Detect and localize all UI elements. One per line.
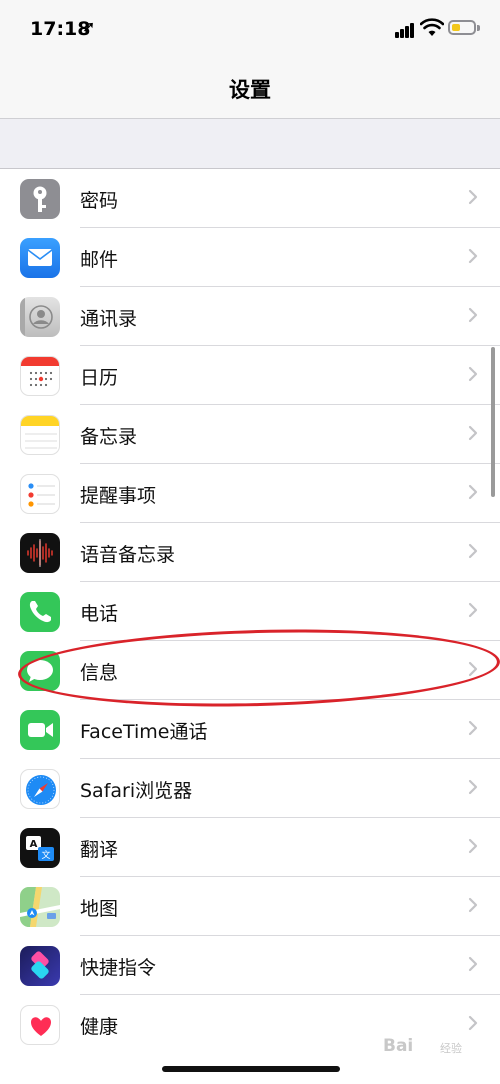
chevron-right-icon [468, 307, 478, 323]
chevron-right-icon [468, 602, 478, 618]
shortcuts-icon [20, 946, 60, 986]
settings-row-health[interactable]: 健康 [0, 995, 500, 1054]
chevron-right-icon [468, 1015, 478, 1031]
chevron-right-icon [468, 366, 478, 382]
settings-list: 密码 邮件 通讯录 日历 备忘录 提醒事项 语音备忘录 电话 信息 FaceTi… [0, 169, 500, 1054]
settings-row-maps[interactable]: 地图 [0, 877, 500, 936]
settings-row-label: 邮件 [80, 249, 119, 271]
navigation-bar: 设置 [0, 60, 500, 119]
chevron-right-icon [468, 720, 478, 736]
wifi-icon [420, 18, 444, 36]
status-bar: 17:18 ➚ [0, 0, 500, 60]
chevron-right-icon [468, 838, 478, 854]
chevron-right-icon [468, 897, 478, 913]
settings-row-facetime[interactable]: FaceTime通话 [0, 700, 500, 759]
mail-icon [20, 238, 60, 278]
settings-row-label: Safari浏览器 [80, 780, 193, 802]
home-indicator[interactable] [162, 1066, 340, 1072]
settings-row-label: 翻译 [80, 839, 119, 861]
settings-row-voice-memos[interactable]: 语音备忘录 [0, 523, 500, 582]
settings-row-reminders[interactable]: 提醒事项 [0, 464, 500, 523]
battery-tip [477, 25, 480, 31]
settings-row-contacts[interactable]: 通讯录 [0, 287, 500, 346]
health-icon [20, 1005, 60, 1045]
chevron-right-icon [468, 543, 478, 559]
section-gap [0, 119, 500, 169]
settings-row-label: 密码 [80, 190, 119, 212]
settings-row-label: 提醒事项 [80, 485, 157, 507]
battery-icon [448, 20, 476, 35]
translate-icon: A 文 [20, 828, 60, 868]
key-icon [20, 179, 60, 219]
chevron-right-icon [468, 425, 478, 441]
cellular-signal-icon [395, 22, 415, 38]
chevron-right-icon [468, 956, 478, 972]
settings-row-label: 备忘录 [80, 426, 138, 448]
settings-row-label: 电话 [80, 603, 119, 625]
reminders-icon [20, 474, 60, 514]
settings-row-calendar[interactable]: 日历 [0, 346, 500, 405]
notes-icon [20, 415, 60, 455]
chevron-right-icon [468, 189, 478, 205]
settings-row-notes[interactable]: 备忘录 [0, 405, 500, 464]
svg-text:A: A [30, 839, 38, 850]
chevron-right-icon [468, 248, 478, 264]
settings-row-translate[interactable]: A 文 翻译 [0, 818, 500, 877]
watermark-logo: Bai [383, 1036, 414, 1056]
settings-row-shortcuts[interactable]: 快捷指令 [0, 936, 500, 995]
settings-row-safari[interactable]: Safari浏览器 [0, 759, 500, 818]
settings-row-label: 日历 [80, 367, 119, 389]
watermark-text: 经验 [440, 1042, 462, 1055]
settings-row-label: FaceTime通话 [80, 721, 208, 743]
settings-row-label: 通讯录 [80, 308, 138, 330]
page-title: 设置 [229, 78, 271, 102]
maps-icon [20, 887, 60, 927]
voice-memos-icon [20, 533, 60, 573]
settings-row-label: 语音备忘录 [80, 544, 176, 566]
chevron-right-icon [468, 484, 478, 500]
chevron-right-icon [468, 779, 478, 795]
contacts-icon [20, 297, 60, 337]
facetime-icon [20, 710, 60, 750]
settings-row-passwords[interactable]: 密码 [0, 169, 500, 228]
svg-text:文: 文 [41, 849, 50, 861]
safari-icon [20, 769, 60, 809]
location-icon: ➚ [82, 17, 96, 36]
settings-row-label: 健康 [80, 1016, 119, 1038]
settings-row-label: 地图 [80, 898, 119, 920]
calendar-icon [20, 356, 60, 396]
phone-icon [20, 592, 60, 632]
settings-row-label: 快捷指令 [80, 957, 157, 979]
scroll-indicator[interactable] [491, 347, 495, 497]
settings-row-mail[interactable]: 邮件 [0, 228, 500, 287]
